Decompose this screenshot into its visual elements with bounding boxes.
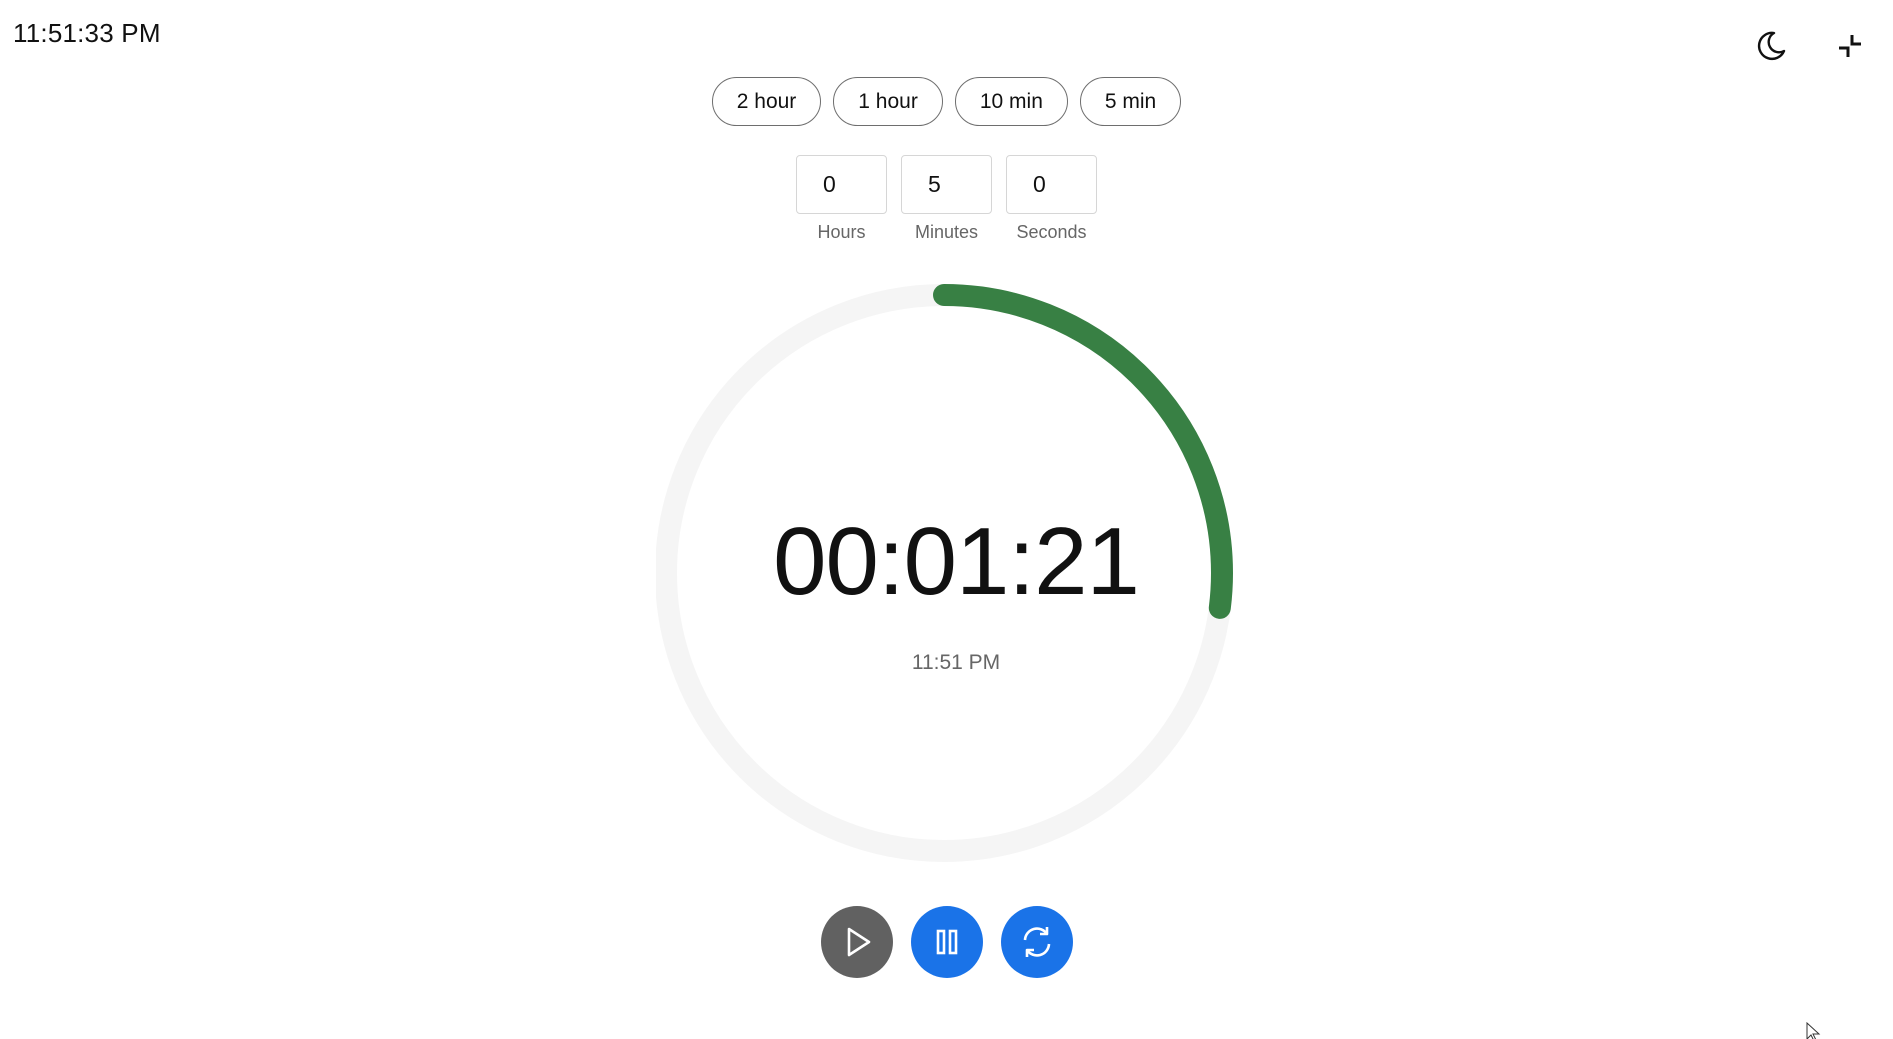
hours-group: Hours: [796, 155, 887, 243]
seconds-group: Seconds: [1006, 155, 1097, 243]
seconds-label: Seconds: [1016, 222, 1087, 242]
play-button[interactable]: [820, 906, 893, 978]
preset-2-hour-button[interactable]: 2 hour: [711, 77, 822, 126]
minutes-input[interactable]: [901, 155, 992, 214]
timer-controls: [0, 906, 1893, 978]
seconds-input[interactable]: [1006, 155, 1097, 214]
preset-1-hour-button[interactable]: 1 hour: [833, 77, 943, 126]
end-time: 11:51 PM: [911, 651, 1001, 674]
collapse-icon: [1839, 35, 1861, 57]
theme-toggle-button[interactable]: [1751, 26, 1791, 66]
remaining-time: 00:01:21: [773, 508, 1140, 615]
preset-bar: 2 hour 1 hour 10 min 5 min: [0, 77, 1893, 126]
duration-inputs: Hours Minutes Seconds: [0, 155, 1893, 243]
current-time: 11:51:33 PM: [13, 18, 161, 48]
moon-icon: [1757, 31, 1786, 61]
exit-fullscreen-button[interactable]: [1830, 26, 1870, 66]
pause-button[interactable]: [910, 906, 983, 978]
reset-button[interactable]: [1000, 906, 1073, 978]
reset-icon: [1023, 927, 1050, 957]
mouse-pointer-icon: [1806, 1022, 1821, 1039]
hours-input[interactable]: [796, 155, 887, 214]
timer-page: 11:51:33 PM 2 hour 1 hour 10 min 5 min H…: [0, 0, 1893, 1039]
minutes-label: Minutes: [914, 222, 979, 242]
pause-icon: [936, 929, 957, 955]
preset-5-min-button[interactable]: 5 min: [1079, 77, 1182, 126]
play-icon: [847, 927, 870, 957]
hours-label: Hours: [817, 222, 866, 242]
timer-ring: 00:01:21 11:51 PM: [656, 281, 1256, 881]
minutes-group: Minutes: [901, 155, 992, 243]
preset-10-min-button[interactable]: 10 min: [954, 77, 1068, 126]
